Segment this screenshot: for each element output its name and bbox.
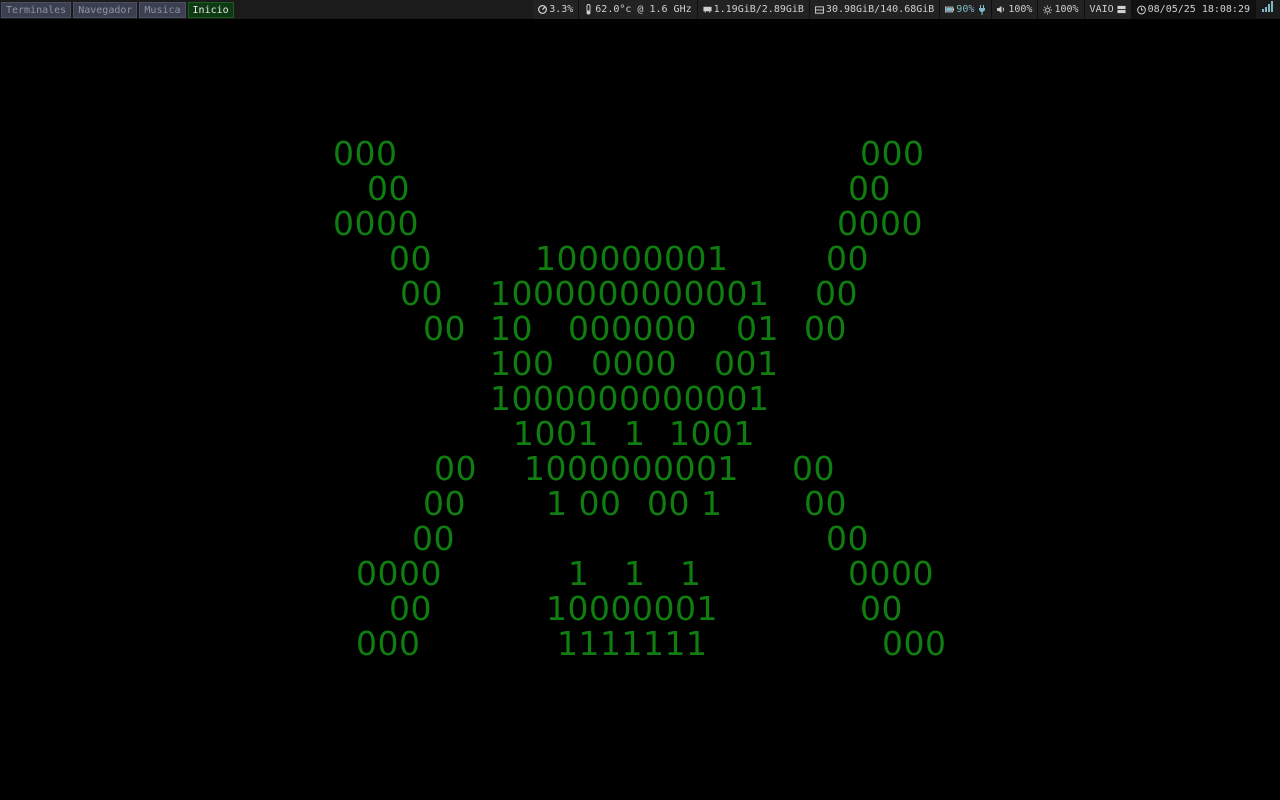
art-line: 00 [848, 169, 891, 208]
art-line: 0000 [333, 204, 419, 243]
art-line: 0000 [848, 554, 934, 593]
art-line: 1 00 [546, 484, 622, 523]
art-line: 1000000000001 [490, 379, 770, 418]
art-line: 10000001 [546, 589, 718, 628]
art-line: 10 [490, 309, 533, 348]
art-line: 000 [356, 624, 421, 663]
art-line: 100000001 [535, 239, 729, 278]
art-line: 00 [389, 589, 432, 628]
art-line: 1 [568, 554, 590, 593]
art-line: 00 [423, 484, 466, 523]
art-line: 1 [680, 554, 702, 593]
art-line: 1111111 [557, 624, 708, 663]
art-line: 00 [367, 169, 410, 208]
art-line: 00 [389, 239, 432, 278]
art-line: 1 [624, 554, 646, 593]
art-line: 00 [423, 309, 466, 348]
art-line: 1000000000001 [490, 274, 770, 313]
art-line: 1 [624, 414, 646, 453]
art-line: 00 [400, 274, 443, 313]
binary-skull-art: 000 000 00 00 0000 0000 00 100000001 00 … [0, 0, 1280, 800]
art-line: 0000 [837, 204, 923, 243]
art-line: 00 [826, 239, 869, 278]
art-line: 00 [434, 449, 477, 488]
art-line: 000 [860, 134, 925, 173]
art-line: 100 [490, 344, 555, 383]
art-line: 1001 [669, 414, 755, 453]
art-line: 00 1 [647, 484, 723, 523]
art-line: 000000 [568, 309, 697, 348]
art-line: 00 [826, 519, 869, 558]
art-line: 000 [882, 624, 947, 663]
art-line: 00 [792, 449, 835, 488]
art-line: 1001 [513, 414, 599, 453]
art-line: 00 [860, 589, 903, 628]
art-line: 00 [804, 484, 847, 523]
art-line: 00 [804, 309, 847, 348]
art-line: 001 [714, 344, 779, 383]
art-line: 1000000001 [524, 449, 739, 488]
art-line: 00 [815, 274, 858, 313]
art-line: 01 [736, 309, 779, 348]
art-line: 000 [333, 134, 398, 173]
art-line: 0000 [356, 554, 442, 593]
art-line: 0000 [591, 344, 677, 383]
art-line: 00 [412, 519, 455, 558]
